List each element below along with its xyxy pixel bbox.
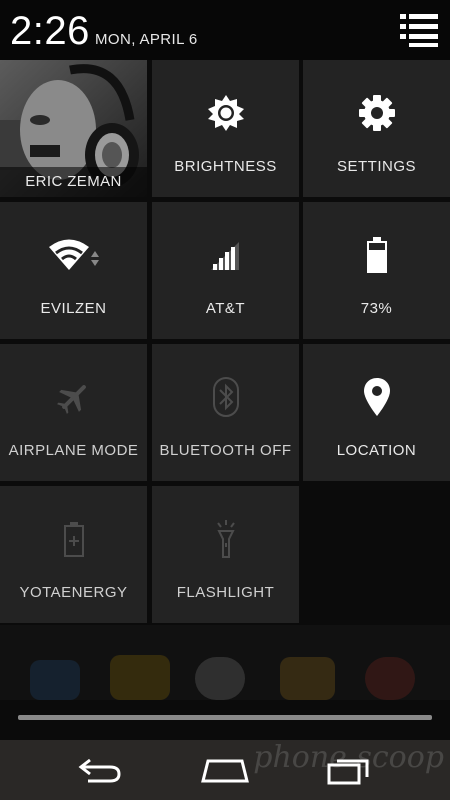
location-pin-icon xyxy=(363,378,390,416)
tile-label: EVILZEN xyxy=(40,300,107,317)
tile-cellular[interactable]: AT&T xyxy=(152,202,299,339)
back-icon xyxy=(78,758,121,783)
tile-bluetooth[interactable]: BLUETOOTH OFF xyxy=(152,344,299,481)
tile-label: BRIGHTNESS xyxy=(174,158,277,175)
home-button[interactable] xyxy=(195,748,255,792)
gear-icon xyxy=(358,95,395,131)
tile-brightness[interactable]: BRIGHTNESS xyxy=(152,60,299,197)
tile-yotaenergy[interactable]: YOTAENERGY xyxy=(0,486,147,623)
home-icon xyxy=(201,759,249,783)
recents-button[interactable] xyxy=(320,748,380,792)
tile-label: AT&T xyxy=(205,300,246,317)
navigation-bar: phone scoop xyxy=(0,740,450,800)
user-name: ERIC ZEMAN xyxy=(0,167,147,197)
notifications-toggle-button[interactable] xyxy=(400,12,440,48)
list-icon xyxy=(400,14,438,47)
tile-label: 73% xyxy=(360,300,393,317)
shade-drag-handle[interactable] xyxy=(18,715,432,720)
signal-icon xyxy=(210,242,239,270)
tile-label: BLUETOOTH OFF xyxy=(159,442,292,459)
tile-label: SETTINGS xyxy=(336,158,416,175)
tile-location[interactable]: LOCATION xyxy=(303,344,450,481)
home-screen-background xyxy=(0,625,450,700)
clock: 2:26 xyxy=(10,9,90,53)
tile-airplane-mode[interactable]: AIRPLANE MODE xyxy=(0,344,147,481)
airplane-icon xyxy=(56,385,86,414)
tile-flashlight[interactable]: FLASHLIGHT xyxy=(152,486,299,623)
tile-label: YOTAENERGY xyxy=(19,584,128,601)
battery-icon xyxy=(366,237,387,273)
tile-label: AIRPLANE MODE xyxy=(8,442,139,459)
tile-battery[interactable]: 73% xyxy=(303,202,450,339)
brightness-icon xyxy=(207,95,244,131)
tile-settings[interactable]: SETTINGS xyxy=(303,60,450,197)
date: MON, APRIL 6 xyxy=(95,31,198,48)
tile-label: FLASHLIGHT xyxy=(176,584,275,601)
tile-label: LOCATION xyxy=(336,442,417,459)
notification-header: 2:26 MON, APRIL 6 xyxy=(0,0,450,60)
battery-saver-icon xyxy=(63,522,84,557)
flashlight-icon xyxy=(216,520,235,558)
tile-wifi[interactable]: EVILZEN xyxy=(0,202,147,339)
back-button[interactable] xyxy=(70,748,130,792)
bluetooth-icon xyxy=(212,377,239,417)
recents-icon xyxy=(327,759,369,785)
tile-user[interactable]: ERIC ZEMAN xyxy=(0,60,147,197)
wifi-icon xyxy=(48,239,99,270)
